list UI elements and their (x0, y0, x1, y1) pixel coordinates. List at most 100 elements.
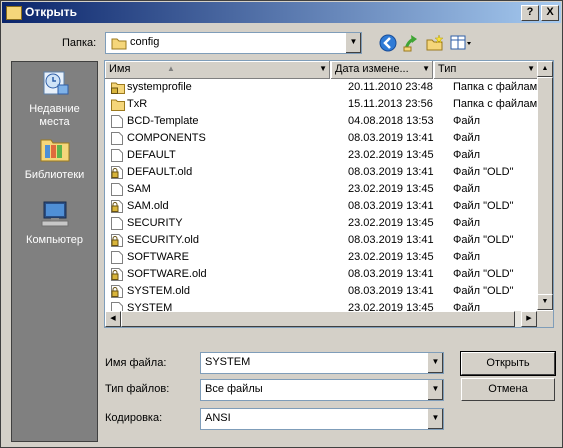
scroll-down-button[interactable]: ▼ (537, 294, 553, 310)
file-type: Файл (453, 217, 481, 229)
open-button[interactable]: Открыть (460, 351, 556, 376)
filename-input[interactable]: SYSTEM ▼ (200, 352, 444, 374)
file-row[interactable]: BCD-Template 04.08.2018 13:53 Файл (105, 113, 537, 130)
filetype-label: Тип файлов: (105, 383, 170, 395)
file-lock-icon (111, 285, 123, 298)
chevron-down-icon[interactable]: ▼ (427, 353, 443, 373)
recent-places-icon (43, 71, 68, 95)
file-date: 15.11.2013 23:56 (348, 98, 433, 110)
file-name: SOFTWARE (127, 251, 189, 263)
file-lock-icon (111, 200, 123, 213)
file-name: COMPONENTS (127, 132, 206, 144)
view-menu-button[interactable] (449, 33, 473, 53)
file-row[interactable]: DEFAULT.old 08.03.2019 13:41 Файл "OLD" (105, 164, 537, 181)
title-bar: Открыть ? X (2, 2, 561, 23)
file-row[interactable]: SAM.old 08.03.2019 13:41 Файл "OLD" (105, 198, 537, 215)
file-name: TxR (127, 98, 148, 110)
scroll-left-button[interactable]: ◀ (105, 311, 121, 327)
filetype-value: Все файлы (205, 383, 263, 395)
file-type: Файл "OLD" (453, 285, 514, 297)
file-list[interactable]: Имя ▲ ▼ Дата измене... ▼ Тип ▼ systempro… (104, 60, 554, 328)
file-date: 08.03.2019 13:41 (348, 200, 434, 212)
file-type: Файл "OLD" (453, 166, 514, 178)
file-icon (111, 251, 123, 264)
scroll-up-button[interactable]: ▲ (537, 61, 553, 77)
horizontal-scrollbar[interactable]: ◀ ▶ (105, 311, 537, 327)
file-name: SAM (127, 183, 151, 195)
window-title: Открыть (25, 5, 78, 19)
column-header-type[interactable]: Тип ▼ (434, 61, 538, 79)
scroll-thumb[interactable] (121, 311, 515, 327)
places-bar: Недавние места Библиотеки Компьютер (11, 61, 98, 442)
file-type: Файл (453, 251, 481, 263)
place-recent[interactable]: Недавние места (12, 68, 97, 129)
file-icon (111, 183, 123, 196)
place-computer[interactable]: Компьютер (12, 199, 97, 246)
folder-icon (111, 98, 125, 111)
filename-value: SYSTEM (205, 356, 251, 368)
file-date: 23.02.2019 13:45 (348, 251, 434, 263)
file-date: 08.03.2019 13:41 (348, 268, 434, 280)
file-type: Папка с файлами (453, 98, 537, 110)
file-row[interactable]: DEFAULT 23.02.2019 13:45 Файл (105, 147, 537, 164)
column-header-label: Дата измене... (335, 63, 409, 75)
vertical-scrollbar[interactable]: ▲ ▼ (537, 61, 553, 310)
file-date: 23.02.2019 13:45 (348, 149, 434, 161)
up-folder-button[interactable] (402, 33, 422, 53)
chevron-down-icon[interactable]: ▼ (345, 33, 361, 53)
close-button[interactable]: X (541, 5, 559, 21)
file-row[interactable]: SYSTEM.old 08.03.2019 13:41 Файл "OLD" (105, 283, 537, 300)
column-header-date[interactable]: Дата измене... ▼ (331, 61, 433, 79)
encoding-value: ANSI (205, 412, 231, 424)
scroll-right-button[interactable]: ▶ (521, 311, 537, 327)
file-row[interactable]: SOFTWARE 23.02.2019 13:45 Файл (105, 249, 537, 266)
sort-up-icon: ▲ (167, 64, 175, 73)
column-header-name[interactable]: Имя ▲ ▼ (105, 61, 330, 79)
file-row[interactable]: systemprofile 20.11.2010 23:48 Папка с фай… (105, 79, 537, 96)
place-label: Недавние места (29, 103, 80, 128)
file-row[interactable]: SECURITY.old 08.03.2019 13:41 Файл "OLD" (105, 232, 537, 249)
file-row[interactable]: COMPONENTS 08.03.2019 13:41 Файл (105, 130, 537, 147)
chevron-down-icon[interactable]: ▼ (527, 64, 535, 73)
encoding-select[interactable]: ANSI ▼ (200, 408, 444, 430)
folder-icon (6, 6, 22, 20)
help-button[interactable]: ? (521, 5, 539, 21)
chevron-down-icon[interactable]: ▼ (319, 64, 327, 73)
folder-label: Папка: (62, 37, 97, 49)
filename-label: Имя файла: (105, 357, 167, 369)
column-header-label: Имя (109, 63, 131, 75)
new-folder-button[interactable] (425, 33, 445, 53)
column-header-label: Тип (438, 63, 457, 75)
file-row[interactable]: TxR 15.11.2013 23:56 Папка с файлами (105, 96, 537, 113)
file-name: SECURITY.old (127, 234, 199, 246)
file-name: BCD-Template (127, 115, 199, 127)
file-row[interactable]: SOFTWARE.old 08.03.2019 13:41 Файл "OLD" (105, 266, 537, 283)
file-date: 20.11.2010 23:48 (348, 81, 433, 93)
file-icon (111, 217, 123, 230)
file-date: 08.03.2019 13:41 (348, 285, 434, 297)
chevron-down-icon[interactable]: ▼ (427, 380, 443, 400)
file-icon (111, 149, 123, 162)
file-date: 08.03.2019 13:41 (348, 166, 434, 178)
file-row[interactable]: SAM 23.02.2019 13:45 Файл (105, 181, 537, 198)
cancel-button[interactable]: Отмена (461, 378, 555, 401)
file-type: Файл "OLD" (453, 268, 514, 280)
file-type: Файл (453, 132, 481, 144)
folder-value: config (130, 36, 160, 48)
folder-combo[interactable]: config ▼ (105, 32, 362, 54)
chevron-down-icon[interactable]: ▼ (422, 64, 430, 73)
place-libraries[interactable]: Библиотеки (12, 134, 97, 181)
folder-lock-icon (111, 81, 125, 94)
file-lock-icon (111, 234, 123, 247)
place-label: Библиотеки (24, 169, 85, 181)
file-type: Файл (453, 183, 481, 195)
scroll-thumb[interactable] (537, 77, 553, 295)
file-date: 23.02.2019 13:45 (348, 183, 434, 195)
chevron-down-icon[interactable]: ▼ (427, 409, 443, 429)
back-button[interactable] (378, 33, 398, 53)
file-icon (111, 132, 123, 145)
file-type: Папка с файлами (453, 81, 537, 93)
file-row[interactable]: SECURITY 23.02.2019 13:45 Файл (105, 215, 537, 232)
filetype-select[interactable]: Все файлы ▼ (200, 379, 444, 401)
open-dialog: Открыть ? X Папка: config ▼ Недавние мес… (0, 0, 563, 448)
